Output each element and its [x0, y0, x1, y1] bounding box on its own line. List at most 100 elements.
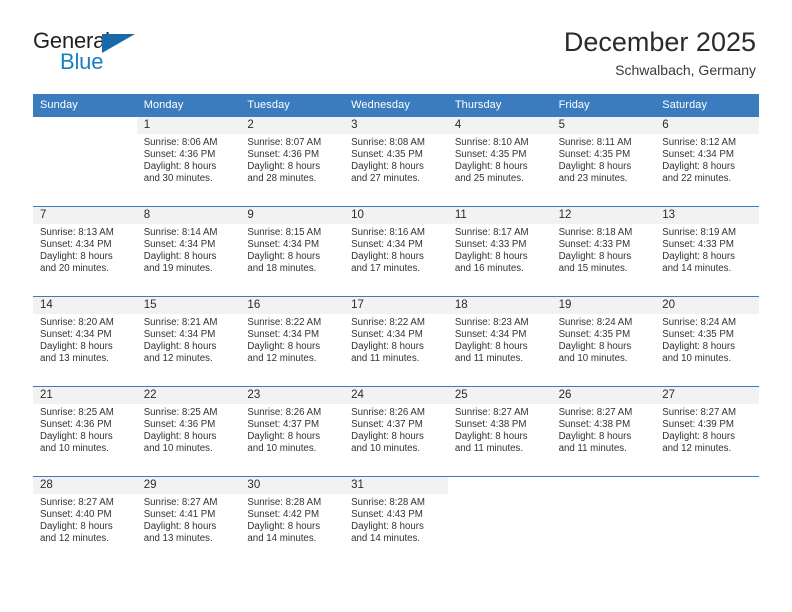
day-cell[interactable]: 5 Sunrise: 8:11 AM Sunset: 4:35 PM Dayli…	[551, 117, 656, 206]
day-details: Sunrise: 8:07 AM Sunset: 4:36 PM Dayligh…	[240, 134, 344, 185]
day-cell[interactable]: 31 Sunrise: 8:28 AM Sunset: 4:43 PM Dayl…	[344, 477, 448, 566]
day-cell[interactable]: 12 Sunrise: 8:18 AM Sunset: 4:33 PM Dayl…	[551, 207, 656, 296]
daylight-line2: and 12 minutes.	[662, 443, 732, 455]
daylight-line1: Daylight: 8 hours	[454, 161, 528, 173]
sunset-text: Sunset: 4:38 PM	[558, 419, 631, 431]
daylight-line1: Daylight: 8 hours	[40, 431, 113, 443]
day-cell[interactable]: 9 Sunrise: 8:15 AM Sunset: 4:34 PM Dayli…	[240, 207, 345, 296]
day-cell[interactable]: 10 Sunrise: 8:16 AM Sunset: 4:34 PM Dayl…	[344, 207, 448, 296]
day-cell[interactable]: 26 Sunrise: 8:27 AM Sunset: 4:38 PM Dayl…	[551, 387, 656, 476]
day-number: 12	[558, 209, 572, 221]
daylight-line1: Daylight: 8 hours	[351, 431, 424, 443]
day-cell[interactable]: 22 Sunrise: 8:25 AM Sunset: 4:36 PM Dayl…	[136, 387, 241, 476]
day-cell[interactable]: 28 Sunrise: 8:27 AM Sunset: 4:40 PM Dayl…	[33, 477, 137, 566]
day-cell[interactable]: 11 Sunrise: 8:17 AM Sunset: 4:33 PM Dayl…	[447, 207, 552, 296]
day-cell[interactable]: 27 Sunrise: 8:27 AM Sunset: 4:39 PM Dayl…	[655, 387, 759, 476]
day-cell[interactable]: 16 Sunrise: 8:22 AM Sunset: 4:34 PM Dayl…	[240, 297, 345, 386]
day-details: Sunrise: 8:19 AM Sunset: 4:33 PM Dayligh…	[655, 224, 759, 275]
day-number-band: 8	[136, 207, 241, 224]
sunset-text: Sunset: 4:34 PM	[40, 239, 112, 251]
day-cell[interactable]: 8 Sunrise: 8:14 AM Sunset: 4:34 PM Dayli…	[136, 207, 241, 296]
sunrise-text: Sunrise: 8:14 AM	[143, 227, 218, 238]
day-cell[interactable]: 6 Sunrise: 8:12 AM Sunset: 4:34 PM Dayli…	[655, 117, 759, 206]
day-details: Sunrise: 8:27 AM Sunset: 4:38 PM Dayligh…	[552, 404, 656, 455]
sunset-text: Sunset: 4:35 PM	[558, 329, 631, 341]
day-cell[interactable]: 3 Sunrise: 8:08 AM Sunset: 4:35 PM Dayli…	[344, 117, 448, 206]
title-block: December 2025 Schwalbach, Germany	[564, 28, 756, 79]
day-cell[interactable]: 20 Sunrise: 8:24 AM Sunset: 4:35 PM Dayl…	[655, 297, 759, 386]
page-subtitle: Schwalbach, Germany	[615, 62, 756, 79]
daylight-line2: and 25 minutes.	[454, 173, 524, 185]
sunset-text: Sunset: 4:39 PM	[662, 419, 734, 431]
sunset-text: Sunset: 4:36 PM	[247, 149, 320, 161]
day-details: Sunrise: 8:22 AM Sunset: 4:34 PM Dayligh…	[344, 314, 448, 365]
day-number-band	[655, 477, 759, 494]
day-cell[interactable]: 19 Sunrise: 8:24 AM Sunset: 4:35 PM Dayl…	[551, 297, 656, 386]
day-number-band: 5	[551, 117, 656, 134]
day-cell[interactable]: 13 Sunrise: 8:19 AM Sunset: 4:33 PM Dayl…	[655, 207, 759, 296]
day-cell[interactable]: 14 Sunrise: 8:20 AM Sunset: 4:34 PM Dayl…	[33, 297, 137, 386]
sunset-text: Sunset: 4:34 PM	[143, 329, 216, 341]
day-number-band: 17	[344, 297, 448, 314]
sunrise-text: Sunrise: 8:19 AM	[662, 227, 737, 238]
day-cell[interactable]: 17 Sunrise: 8:22 AM Sunset: 4:34 PM Dayl…	[344, 297, 448, 386]
weekday-header-row: Sunday Monday Tuesday Wednesday Thursday…	[33, 94, 759, 116]
day-number: 7	[40, 209, 47, 221]
day-details: Sunrise: 8:16 AM Sunset: 4:34 PM Dayligh…	[344, 224, 448, 275]
daylight-line1: Daylight: 8 hours	[454, 341, 528, 353]
day-number: 15	[143, 299, 157, 311]
daylight-line1: Daylight: 8 hours	[662, 431, 735, 443]
day-cell[interactable]: 25 Sunrise: 8:27 AM Sunset: 4:38 PM Dayl…	[447, 387, 552, 476]
day-cell[interactable]: 15 Sunrise: 8:21 AM Sunset: 4:34 PM Dayl…	[136, 297, 241, 386]
day-cell[interactable]: 4 Sunrise: 8:10 AM Sunset: 4:35 PM Dayli…	[447, 117, 552, 206]
day-details: Sunrise: 8:11 AM Sunset: 4:35 PM Dayligh…	[552, 134, 656, 185]
general-blue-logo[interactable]: General Blue	[33, 28, 153, 80]
day-cell[interactable]: 2 Sunrise: 8:07 AM Sunset: 4:36 PM Dayli…	[240, 117, 345, 206]
day-cell[interactable]: 7 Sunrise: 8:13 AM Sunset: 4:34 PM Dayli…	[33, 207, 137, 296]
daylight-line2: and 11 minutes.	[558, 443, 627, 455]
sunset-text: Sunset: 4:33 PM	[454, 239, 527, 251]
day-cell[interactable]: 23 Sunrise: 8:26 AM Sunset: 4:37 PM Dayl…	[240, 387, 345, 476]
day-number: 1	[143, 119, 151, 131]
day-number: 4	[454, 119, 462, 131]
day-number: 28	[40, 479, 53, 491]
daylight-line1: Daylight: 8 hours	[662, 341, 735, 353]
sunset-text: Sunset: 4:35 PM	[454, 149, 527, 161]
weekday-header-wednesday: Wednesday	[351, 99, 410, 111]
daylight-line2: and 28 minutes.	[247, 173, 317, 185]
daylight-line2: and 23 minutes.	[558, 173, 628, 185]
day-details: Sunrise: 8:24 AM Sunset: 4:35 PM Dayligh…	[552, 314, 656, 365]
day-number-band: 31	[344, 477, 448, 494]
daylight-line2: and 10 minutes.	[40, 443, 109, 455]
daylight-line2: and 30 minutes.	[143, 173, 213, 185]
sunset-text: Sunset: 4:34 PM	[247, 239, 320, 251]
calendar-page: General Blue December 2025 Schwalbach, G…	[0, 0, 792, 612]
day-details	[552, 494, 656, 497]
day-cell[interactable]: 24 Sunrise: 8:26 AM Sunset: 4:37 PM Dayl…	[344, 387, 448, 476]
daylight-line2: and 12 minutes.	[40, 533, 109, 545]
sunrise-text: Sunrise: 8:08 AM	[351, 137, 425, 148]
day-number: 25	[454, 389, 468, 401]
daylight-line1: Daylight: 8 hours	[247, 431, 321, 443]
day-cell[interactable]: 1 Sunrise: 8:06 AM Sunset: 4:36 PM Dayli…	[136, 117, 241, 206]
day-number: 2	[247, 119, 254, 131]
day-number: 8	[143, 209, 151, 221]
day-number-band: 11	[447, 207, 552, 224]
day-number-band: 3	[344, 117, 448, 134]
day-details: Sunrise: 8:18 AM Sunset: 4:33 PM Dayligh…	[552, 224, 656, 275]
daylight-line2: and 20 minutes.	[40, 263, 109, 275]
weekday-header-thursday: Thursday	[454, 99, 502, 111]
day-cell[interactable]: 30 Sunrise: 8:28 AM Sunset: 4:42 PM Dayl…	[240, 477, 345, 566]
daylight-line2: and 11 minutes.	[454, 443, 524, 455]
sunrise-text: Sunrise: 8:25 AM	[40, 407, 114, 418]
day-details: Sunrise: 8:06 AM Sunset: 4:36 PM Dayligh…	[137, 134, 241, 185]
sunset-text: Sunset: 4:41 PM	[143, 509, 216, 521]
day-cell[interactable]: 21 Sunrise: 8:25 AM Sunset: 4:36 PM Dayl…	[33, 387, 137, 476]
day-number-band: 13	[655, 207, 759, 224]
day-details: Sunrise: 8:13 AM Sunset: 4:34 PM Dayligh…	[33, 224, 137, 275]
daylight-line1: Daylight: 8 hours	[662, 161, 735, 173]
day-number-band: 2	[240, 117, 345, 134]
sunset-text: Sunset: 4:34 PM	[662, 149, 734, 161]
day-cell[interactable]: 18 Sunrise: 8:23 AM Sunset: 4:34 PM Dayl…	[447, 297, 552, 386]
day-cell[interactable]: 29 Sunrise: 8:27 AM Sunset: 4:41 PM Dayl…	[136, 477, 241, 566]
